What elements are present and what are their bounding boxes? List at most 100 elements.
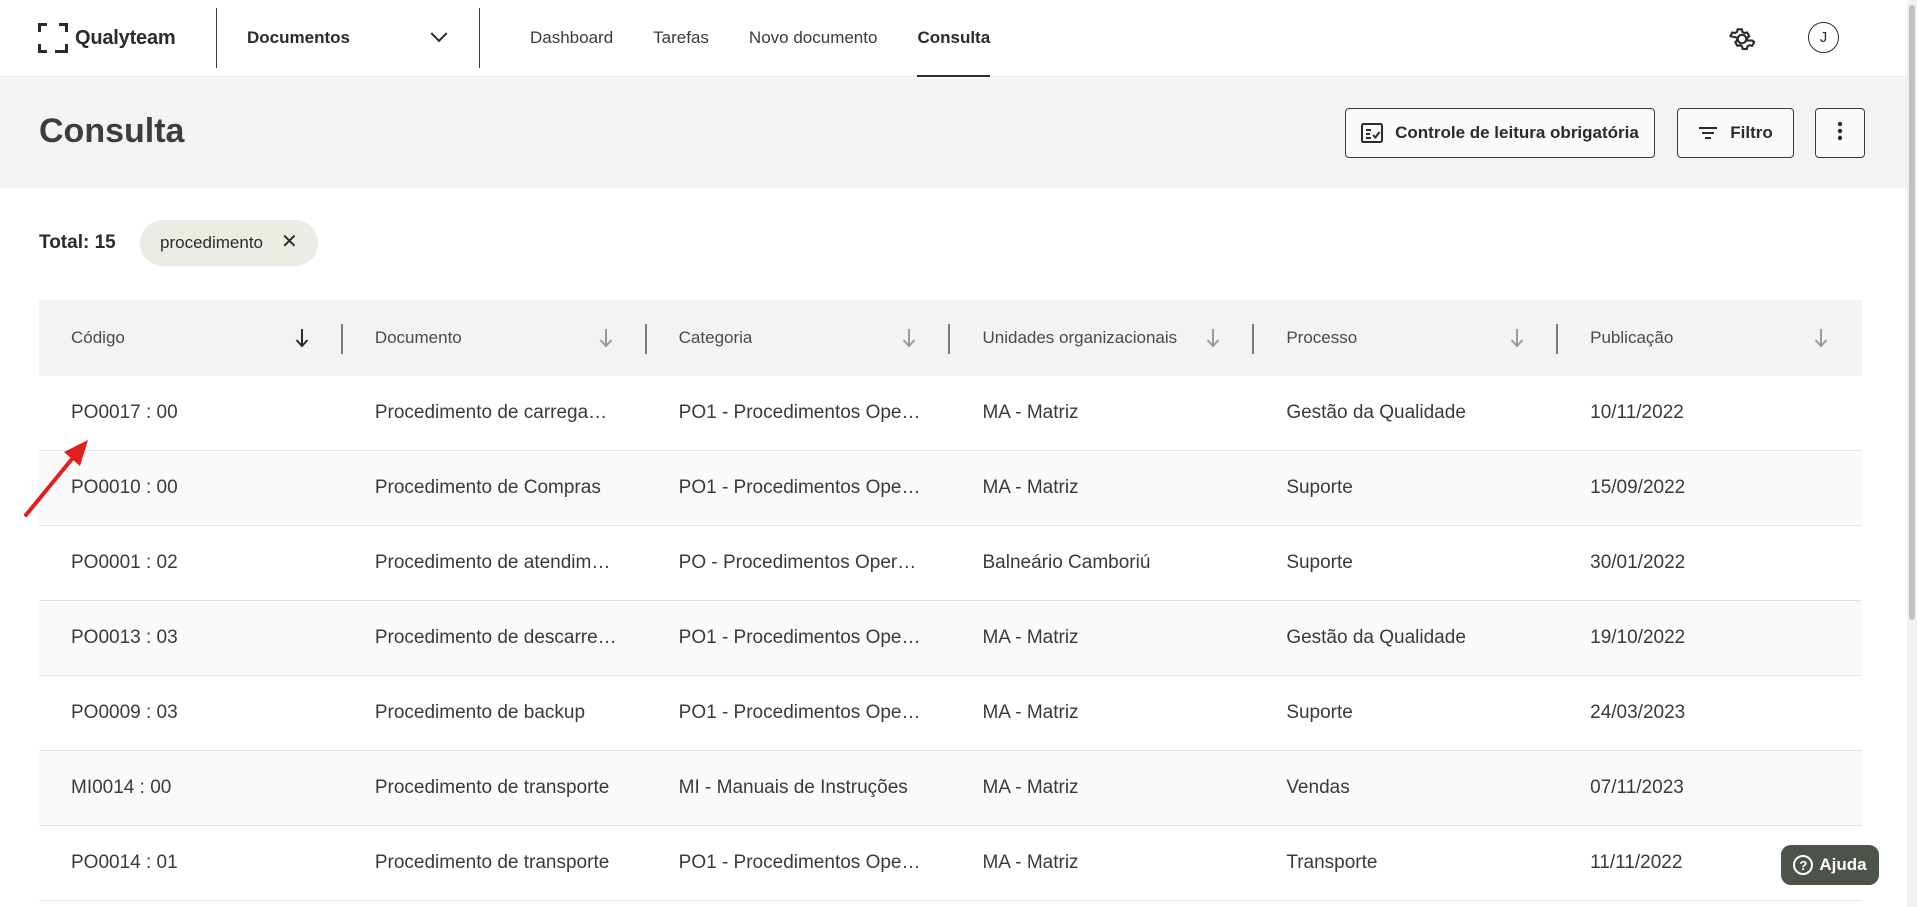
filter-chip-label: procedimento (160, 233, 264, 252)
table-cell: 15/09/2022 (1590, 477, 1686, 498)
filter-button[interactable]: Filtro (1677, 108, 1794, 158)
table-cell: PO - Procedimentos Operacionais (678, 552, 951, 573)
user-avatar[interactable]: J (1808, 22, 1839, 53)
table-cell: MA - Matriz (982, 852, 1079, 873)
main-nav: Dashboard Tarefas Novo documento Consult… (530, 0, 1030, 77)
table-header: Código Documento Categoria Unidades organiz… (39, 300, 1862, 376)
table-cell: PO1 - Procedimentos Operacionais (678, 627, 951, 648)
column-header[interactable]: Publicação (1558, 300, 1862, 376)
table-row[interactable]: PO0009 : 03 Procedimento de backup PO1 - P… (39, 676, 1862, 751)
table-cell: PO0014 : 01 (71, 852, 178, 873)
table-cell: 07/11/2023 (1590, 777, 1684, 798)
column-header-label: Publicação (1590, 328, 1674, 347)
filter-icon (1698, 126, 1718, 140)
module-selector[interactable]: Documentos (217, 0, 479, 77)
table-body: PO0017 : 00 Procedimento de carregamento P… (39, 376, 1862, 901)
column-header-label: Documento (374, 328, 462, 347)
nav-tarefas[interactable]: Tarefas (653, 0, 709, 77)
help-button[interactable]: ? Ajuda (1781, 845, 1879, 885)
table-row[interactable]: PO0014 : 01 Procedimento de transporte PO1… (39, 826, 1862, 901)
table-cell: PO0001 : 02 (71, 552, 178, 573)
filter-chip[interactable]: procedimento ✕ (140, 220, 318, 266)
checklist-icon (1361, 123, 1384, 143)
nav-dashboard[interactable]: Dashboard (530, 0, 613, 77)
sort-arrow-icon[interactable] (1510, 326, 1524, 350)
logo-icon (38, 23, 68, 53)
table-cell: Procedimento de carregamento (374, 402, 641, 423)
sort-arrow-icon[interactable] (599, 326, 613, 350)
documents-table: Código Documento Categoria Unidades organiz… (39, 300, 1862, 901)
divider (479, 8, 480, 68)
table-cell: Gestão da Qualidade (1286, 402, 1466, 423)
table-cell: Vendas (1286, 777, 1350, 798)
chevron-down-icon (430, 25, 448, 43)
table-cell: Procedimento de Compras (374, 477, 601, 498)
column-header[interactable]: Processo (1254, 300, 1559, 376)
column-header[interactable]: Unidades organizacionais (950, 300, 1255, 376)
close-icon[interactable]: ✕ (281, 232, 298, 252)
table-cell: PO1 - Procedimentos Operacionais (678, 477, 951, 498)
column-header-label: Código (71, 328, 125, 347)
table-cell: PO0013 : 03 (71, 627, 178, 648)
table-cell: MI - Manuais de Instruções (678, 777, 908, 798)
table-row[interactable]: PO0017 : 00 Procedimento de carregamento P… (39, 376, 1862, 451)
table-cell: Balneário Camboriú (982, 552, 1151, 573)
table-cell: Suporte (1286, 552, 1353, 573)
page-header: Consulta Controle de leitura obrigatória… (0, 78, 1907, 188)
table-cell: Procedimento de transporte (374, 777, 610, 798)
question-icon: ? (1793, 855, 1814, 875)
app-logo[interactable]: Qualyteam (38, 23, 216, 53)
table-cell: MI0014 : 00 (71, 777, 172, 798)
annotation-arrow-icon (24, 440, 88, 517)
table-row[interactable]: PO0013 : 03 Procedimento de descarregamen… (39, 601, 1862, 676)
app-name: Qualyteam (75, 26, 176, 49)
column-header[interactable]: Documento (343, 300, 647, 376)
table-cell: PO0017 : 00 (71, 402, 178, 423)
column-header[interactable]: Categoria (647, 300, 951, 376)
table-cell: 24/03/2023 (1590, 702, 1686, 723)
table-row[interactable]: PO0010 : 00 Procedimento de Compras PO1 - … (39, 451, 1862, 526)
table-cell: PO1 - Procedimentos Operacionais (678, 702, 951, 723)
table-cell: MA - Matriz (982, 627, 1079, 648)
column-header-label: Categoria (678, 328, 753, 347)
table-row[interactable]: PO0001 : 02 Procedimento de atendimento PO… (39, 526, 1862, 601)
reading-control-button[interactable]: Controle de leitura obrigatória (1345, 108, 1655, 158)
table-cell: 19/10/2022 (1590, 627, 1686, 648)
table-cell: PO1 - Procedimentos Operacionais (678, 852, 951, 873)
table-cell: Procedimento de backup (374, 702, 586, 723)
gear-icon[interactable] (1727, 24, 1757, 54)
reading-control-label: Controle de leitura obrigatória (1395, 123, 1639, 142)
filter-label: Filtro (1730, 123, 1773, 142)
table-cell: MA - Matriz (982, 702, 1079, 723)
column-header-label: Processo (1286, 328, 1358, 347)
sort-arrow-icon[interactable] (1814, 326, 1828, 350)
table-cell: MA - Matriz (982, 477, 1079, 498)
nav-consulta[interactable]: Consulta (917, 0, 990, 77)
table-cell: Gestão da Qualidade (1286, 627, 1466, 648)
table-cell: PO0009 : 03 (71, 702, 178, 723)
table-cell: Procedimento de atendimento (374, 552, 629, 573)
table-cell: PO1 - Procedimentos Operacionais (678, 402, 951, 423)
top-bar: Qualyteam Documentos Dashboard Tarefas N… (0, 0, 1907, 77)
table-cell: Suporte (1286, 477, 1353, 498)
sort-arrow-icon[interactable] (902, 326, 916, 350)
nav-novo-documento[interactable]: Novo documento (749, 0, 878, 77)
sort-arrow-icon[interactable] (1206, 326, 1220, 350)
more-options-button[interactable] (1815, 108, 1865, 158)
table-cell: 10/11/2022 (1590, 402, 1684, 423)
table-cell: Transporte (1286, 852, 1378, 873)
table-cell: Procedimento de transporte (374, 852, 610, 873)
table-cell: MA - Matriz (982, 402, 1079, 423)
table-cell: MA - Matriz (982, 777, 1079, 798)
help-label: Ajuda (1819, 855, 1867, 874)
page-title: Consulta (39, 112, 185, 150)
total-count: Total: 15 (39, 232, 116, 253)
table-cell: Procedimento de descarregamento (374, 627, 647, 648)
scrollbar-thumb[interactable] (1909, 5, 1915, 620)
column-header[interactable]: Código (39, 300, 343, 376)
sort-arrow-icon[interactable] (295, 326, 309, 350)
column-header-label: Unidades organizacionais (982, 328, 1178, 347)
table-row[interactable]: MI0014 : 00 Procedimento de transporte MI … (39, 751, 1862, 826)
module-selector-label: Documentos (247, 28, 350, 47)
table-cell: 30/01/2022 (1590, 552, 1686, 573)
